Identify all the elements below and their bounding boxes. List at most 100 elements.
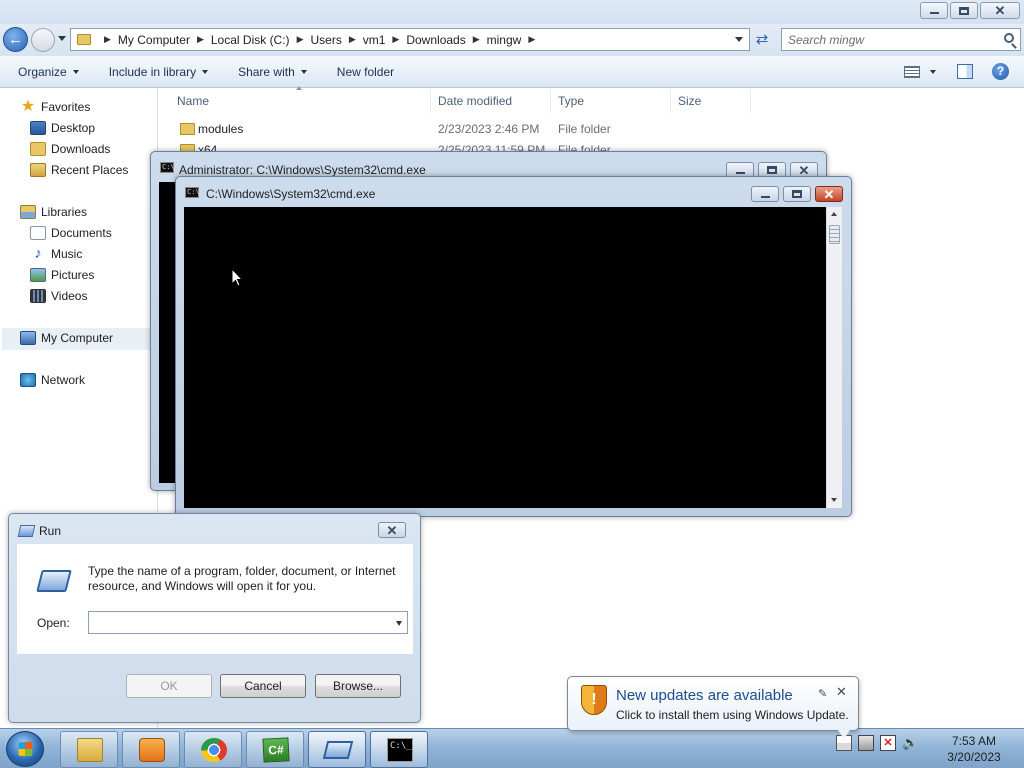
scroll-up-icon[interactable]: [831, 212, 837, 216]
run-close-button[interactable]: ✕: [378, 522, 406, 538]
view-options-dropdown[interactable]: [930, 70, 936, 74]
clock[interactable]: 7:53 AM 3/20/2023: [944, 733, 1004, 765]
taskbar-cmd[interactable]: C:\_: [370, 731, 428, 768]
preview-pane-icon[interactable]: [957, 64, 973, 79]
nav-documents-label: Documents: [51, 226, 112, 240]
taskbar-chrome[interactable]: [184, 731, 242, 768]
address-bar[interactable]: ▶ My Computer ▶ Local Disk (C:) ▶ Users …: [70, 28, 750, 51]
search-icon[interactable]: [1004, 33, 1014, 43]
change-view-icon[interactable]: [904, 66, 920, 78]
run-browse-button[interactable]: Browse...: [315, 674, 401, 698]
close-icon: ✕: [823, 186, 835, 202]
run-icon: [36, 570, 72, 592]
back-arrow-icon: ←: [8, 31, 23, 48]
search-box: [781, 28, 1021, 51]
back-button[interactable]: ←: [3, 27, 28, 52]
nav-favorites[interactable]: ★ Favorites: [20, 97, 91, 117]
cmd-close-button[interactable]: ✕: [815, 186, 843, 202]
chevron-right-icon[interactable]: ▶: [528, 34, 535, 45]
update-notification[interactable]: ! New updates are available Click to ins…: [567, 676, 859, 739]
file-date: 2/23/2023 2:46 PM: [438, 122, 540, 136]
chevron-right-icon[interactable]: ▶: [104, 34, 111, 45]
folder-icon: [180, 123, 195, 135]
taskbar-explorer[interactable]: [60, 731, 118, 768]
taskbar-media-player[interactable]: [122, 731, 180, 768]
chevron-right-icon[interactable]: ▶: [392, 34, 399, 45]
chevron-down-icon[interactable]: [396, 621, 402, 626]
run-open-label: Open:: [37, 616, 70, 630]
run-open-input[interactable]: [93, 613, 383, 633]
maximize-button[interactable]: [950, 2, 978, 19]
column-name[interactable]: Name: [170, 86, 431, 113]
file-row[interactable]: modules 2/23/2023 2:46 PM File folder: [170, 119, 770, 141]
nav-pictures[interactable]: Pictures: [30, 265, 94, 285]
maximize-icon: [959, 6, 969, 15]
cmd-minimize-button[interactable]: [751, 186, 779, 202]
notification-text: Click to install them using Windows Upda…: [616, 708, 849, 722]
chevron-right-icon[interactable]: ▶: [473, 34, 480, 45]
cmd-console[interactable]: [184, 207, 826, 508]
minimize-button[interactable]: [920, 2, 948, 19]
run-cancel-button[interactable]: Cancel: [220, 674, 306, 698]
nav-videos[interactable]: Videos: [30, 286, 87, 306]
nav-libraries[interactable]: Libraries: [20, 202, 87, 222]
breadcrumb-local-disk[interactable]: Local Disk (C:): [211, 33, 290, 47]
column-type[interactable]: Type: [551, 89, 671, 113]
cmd-window[interactable]: C:\ C:\Windows\System32\cmd.exe ✕: [175, 176, 852, 517]
chevron-down-icon: [300, 69, 307, 74]
cmd-title: C:\Windows\System32\cmd.exe: [206, 187, 376, 201]
nav-my-computer[interactable]: My Computer: [20, 328, 113, 348]
network-disconnected-icon[interactable]: ✕: [880, 735, 896, 751]
chevron-right-icon[interactable]: ▶: [349, 34, 356, 45]
settings-wrench-icon[interactable]: ✎: [818, 687, 827, 700]
nav-recent-places[interactable]: Recent Places: [30, 160, 128, 180]
explorer-title-bar: ✕: [0, 0, 1024, 24]
breadcrumb-users[interactable]: Users: [310, 33, 341, 47]
nav-music[interactable]: ♪ Music: [30, 244, 82, 264]
include-in-library-menu[interactable]: Include in library: [109, 65, 209, 79]
organize-menu[interactable]: Organize: [18, 65, 79, 79]
taskbar-csharp[interactable]: C#: [246, 731, 304, 768]
recent-pages-dropdown[interactable]: [58, 36, 66, 41]
network-tray-icon[interactable]: [858, 735, 874, 751]
maximize-icon: [792, 190, 802, 198]
new-folder-button[interactable]: New folder: [337, 65, 394, 79]
documents-icon: [30, 226, 46, 240]
taskbar-run[interactable]: [308, 731, 366, 768]
column-size[interactable]: Size: [671, 89, 751, 113]
nav-desktop[interactable]: Desktop: [30, 118, 95, 138]
volume-icon[interactable]: 🔊: [902, 735, 918, 751]
breadcrumb-mingw[interactable]: mingw: [487, 33, 522, 47]
search-input[interactable]: [788, 30, 998, 50]
nav-downloads[interactable]: Downloads: [30, 139, 110, 159]
new-folder-label: New folder: [336, 64, 395, 79]
cmd-maximize-button[interactable]: [783, 186, 811, 202]
refresh-button[interactable]: ⇄: [752, 30, 772, 50]
breadcrumb-my-computer[interactable]: My Computer: [118, 33, 190, 47]
address-dropdown[interactable]: [735, 37, 743, 42]
help-icon[interactable]: ?: [992, 63, 1009, 80]
nav-documents[interactable]: Documents: [30, 223, 112, 243]
nav-recent-label: Recent Places: [51, 163, 129, 177]
column-date-label: Date modified: [438, 94, 513, 108]
start-button[interactable]: [6, 731, 44, 767]
column-date-modified[interactable]: Date modified: [431, 89, 551, 113]
run-ok-button[interactable]: OK: [126, 674, 212, 698]
forward-button[interactable]: [31, 28, 55, 52]
notification-close-icon[interactable]: ✕: [836, 684, 847, 700]
share-with-menu[interactable]: Share with: [238, 65, 307, 79]
chevron-right-icon[interactable]: ▶: [297, 34, 304, 45]
breadcrumb-downloads[interactable]: Downloads: [406, 33, 465, 47]
cmd-icon: C:\_: [387, 738, 413, 762]
chevron-right-icon[interactable]: ▶: [197, 34, 204, 45]
nav-network[interactable]: Network: [20, 370, 85, 390]
mouse-cursor-icon: [231, 268, 243, 287]
cmd-scrollbar[interactable]: [826, 207, 842, 508]
scroll-down-icon[interactable]: [831, 498, 837, 502]
nav-desktop-label: Desktop: [51, 121, 96, 135]
scroll-thumb[interactable]: [829, 225, 840, 244]
cmd-icon: C:\: [185, 187, 200, 198]
explorer-folder-icon: [77, 738, 103, 762]
breadcrumb-vm1[interactable]: vm1: [363, 33, 386, 47]
close-button[interactable]: ✕: [980, 2, 1020, 19]
